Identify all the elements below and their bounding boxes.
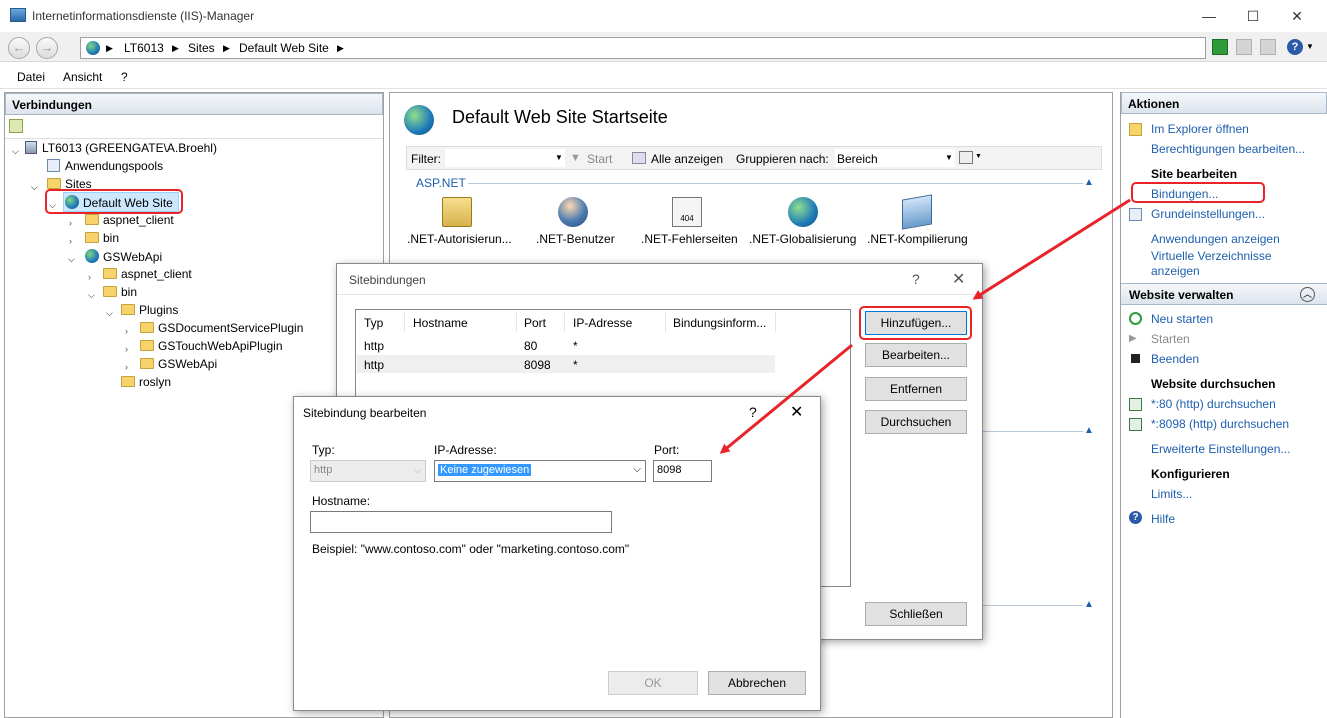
annotation-arrow — [719, 343, 853, 454]
annotation-arrow — [972, 198, 1131, 300]
annotation-arrows — [719, 198, 1131, 454]
